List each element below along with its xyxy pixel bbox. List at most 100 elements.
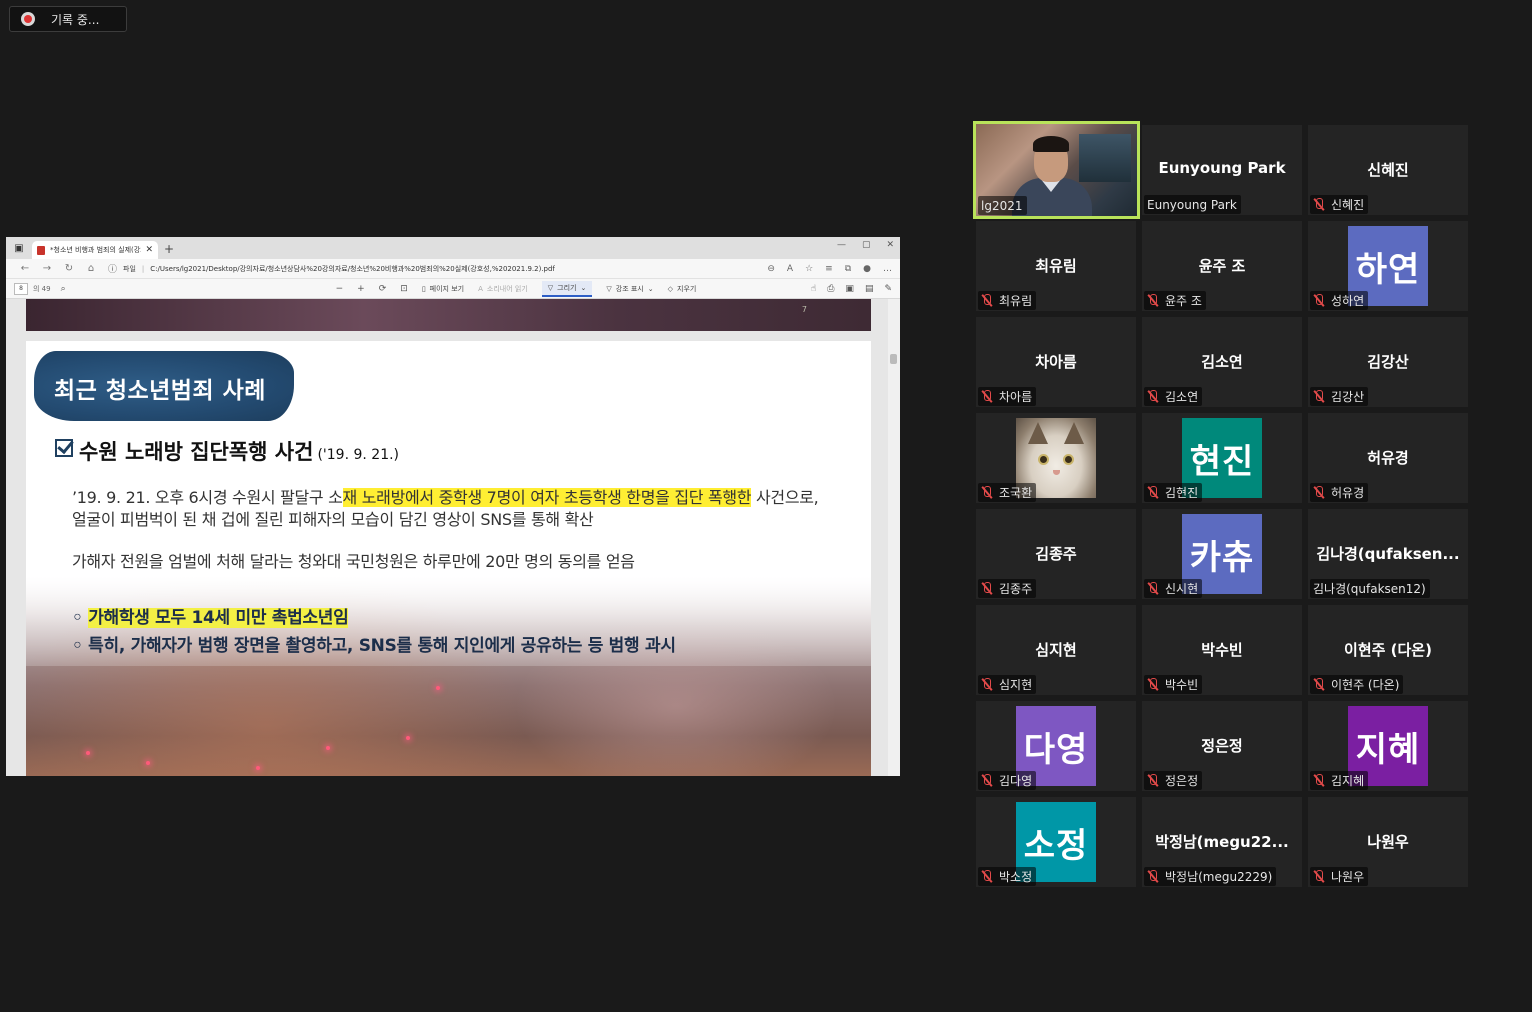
participant-name: 이현주 (다온)	[1331, 678, 1400, 692]
draw-button[interactable]: ▽ 그리기 ⌄	[541, 280, 593, 297]
participant-tile[interactable]: Eunyoung Park Eunyoung Park	[1142, 125, 1302, 215]
participant-tile[interactable]: 다영 김다영	[976, 701, 1136, 791]
favorites-list-icon[interactable]: ≡	[825, 264, 833, 274]
checkbox-icon	[55, 439, 73, 457]
participant-tile[interactable]: 이현주 (다온) 이현주 (다온)	[1308, 605, 1468, 695]
scrollbar-thumb[interactable]	[890, 354, 897, 364]
recording-indicator[interactable]: 기록 중...	[9, 6, 127, 32]
participant-name-label: 신시현	[1144, 579, 1203, 598]
mic-muted-icon	[981, 486, 993, 499]
participant-display-name: 박정남(megu22...	[1155, 833, 1289, 851]
rotate-icon[interactable]: ⟳	[379, 284, 387, 294]
profile-icon[interactable]: ●	[863, 264, 871, 274]
browser-tab[interactable]: *청소년 비행과 범죄의 실제(강의 ✕	[32, 241, 158, 259]
participant-display-name: 김종주	[1035, 545, 1077, 563]
zoom-out-icon[interactable]: −	[336, 284, 344, 294]
read-mode-icon[interactable]: A	[787, 264, 793, 274]
more-icon[interactable]: …	[883, 264, 892, 274]
participant-name: 성하연	[1331, 294, 1365, 308]
close-window-icon[interactable]: ✕	[886, 240, 894, 250]
tab-title: *청소년 비행과 범죄의 실제(강의	[50, 246, 142, 254]
participant-tile[interactable]: 지혜 김지혜	[1308, 701, 1468, 791]
participant-tile[interactable]: 김소연 김소연	[1142, 317, 1302, 407]
zoom-in-icon[interactable]: +	[357, 284, 365, 294]
touch-icon[interactable]: ☝	[811, 284, 816, 294]
address-url[interactable]: C:/Users/lg2021/Desktop/강의자료/청소년상담사%20강의…	[150, 264, 555, 274]
close-icon[interactable]: ✕	[145, 245, 153, 255]
participant-display-name: 김나경(qufaksen...	[1316, 545, 1460, 563]
erase-button[interactable]: ◇ 지우기	[668, 284, 697, 294]
light-spot	[86, 751, 90, 755]
participant-name-label: 김지혜	[1310, 771, 1369, 790]
forward-icon[interactable]: →	[36, 263, 58, 274]
zoom-icon[interactable]: ⊖	[767, 264, 775, 274]
pin-icon[interactable]: ✎	[884, 284, 892, 294]
participant-tile[interactable]: 소정 박소정	[976, 797, 1136, 887]
zoom-meeting-window: 기록 중... ▣ *청소년 비행과 범죄의 실제(강의 ✕ + — ▢ ✕ ←…	[0, 0, 1532, 1012]
new-tab-icon[interactable]: +	[164, 242, 174, 256]
fit-page-icon[interactable]: ⊡	[400, 284, 408, 294]
save-icon[interactable]: ▣	[845, 284, 854, 294]
refresh-icon[interactable]: ↻	[58, 263, 80, 274]
participant-tile[interactable]: 박수빈 박수빈	[1142, 605, 1302, 695]
back-icon[interactable]: ←	[14, 263, 36, 274]
participant-name-label: 신혜진	[1310, 195, 1369, 214]
maximize-icon[interactable]: ▢	[862, 240, 871, 250]
participant-tile[interactable]: 김강산 김강산	[1308, 317, 1468, 407]
participant-tile[interactable]: 김종주 김종주	[976, 509, 1136, 599]
tab-actions-icon[interactable]: ▣	[6, 237, 32, 259]
participant-tile[interactable]: 신혜진 신혜진	[1308, 125, 1468, 215]
participant-tile[interactable]: 최유림 최유림	[976, 221, 1136, 311]
participant-display-name: 차아름	[1035, 353, 1077, 371]
participant-tile[interactable]: 카츄 신시현	[1142, 509, 1302, 599]
home-icon[interactable]: ⌂	[80, 263, 102, 274]
browser-tab-bar: ▣ *청소년 비행과 범죄의 실제(강의 ✕ + — ▢ ✕	[6, 237, 900, 259]
participant-name: 조국환	[999, 486, 1033, 500]
participant-display-name: 박수빈	[1201, 641, 1243, 659]
cat-ear-icon	[1064, 422, 1084, 444]
vertical-scrollbar[interactable]	[888, 299, 900, 776]
participant-name: 김강산	[1331, 390, 1365, 404]
participant-name-label: 김나경(qufaksen12)	[1310, 579, 1430, 598]
search-icon[interactable]: ⌕	[61, 284, 66, 294]
read-aloud-button[interactable]: A 소리내어 읽기	[478, 284, 528, 294]
page-number-input[interactable]: 8	[14, 282, 28, 295]
draw-icon: ▽	[547, 283, 554, 292]
mic-muted-icon	[1313, 678, 1325, 691]
page-view-button[interactable]: ▯ 페이지 보기	[422, 284, 464, 294]
participant-tile[interactable]: 허유경 허유경	[1308, 413, 1468, 503]
pdf-viewport[interactable]: 7 최근 청소년범죄 사례 수원 노래방 집단폭행 사건 ('19. 9. 21.…	[6, 299, 900, 776]
print-icon[interactable]: ⎙	[827, 284, 834, 294]
save-as-icon[interactable]: ▤	[865, 284, 874, 294]
participant-name-label: 허유경	[1310, 483, 1369, 502]
participant-name: 김현진	[1165, 486, 1199, 500]
mic-muted-icon	[981, 390, 993, 403]
highlight-button[interactable]: ▽ 강조 표시 ⌄	[606, 284, 653, 294]
bullet-1: ◦ 가해학생 모두 14세 미만 촉법소년임	[72, 603, 349, 628]
participant-name: 신시현	[1165, 582, 1199, 596]
participant-tile[interactable]: 조국환	[976, 413, 1136, 503]
participant-tile[interactable]: 차아름 차아름	[976, 317, 1136, 407]
participant-tile[interactable]: lg2021	[973, 121, 1140, 219]
favorite-icon[interactable]: ☆	[805, 264, 813, 274]
participant-tile[interactable]: 심지현 심지현	[976, 605, 1136, 695]
window-controls: — ▢ ✕	[837, 240, 894, 250]
participant-display-name: 최유림	[1035, 257, 1077, 275]
collections-icon[interactable]: ⧉	[845, 264, 851, 274]
participant-tile[interactable]: 김나경(qufaksen... 김나경(qufaksen12)	[1308, 509, 1468, 599]
info-icon[interactable]: ⓘ	[108, 262, 117, 275]
address-file-label: 파일	[123, 264, 136, 273]
cat-ear-icon	[1028, 422, 1048, 444]
participant-tile[interactable]: 현진 김현진	[1142, 413, 1302, 503]
participant-tile[interactable]: 박정남(megu22... 박정남(megu2229)	[1142, 797, 1302, 887]
participant-tile[interactable]: 정은정 정은정	[1142, 701, 1302, 791]
participant-tile[interactable]: 하연 성하연	[1308, 221, 1468, 311]
minimize-icon[interactable]: —	[837, 240, 846, 250]
bullet-1-mark: ◦	[72, 608, 89, 628]
mic-muted-icon	[1313, 486, 1325, 499]
participant-display-name: 이현주 (다온)	[1344, 641, 1432, 659]
participant-tile[interactable]: 윤주 조 윤주 조	[1142, 221, 1302, 311]
participant-tile[interactable]: 나원우 나원우	[1308, 797, 1468, 887]
participant-name: 정은정	[1165, 774, 1199, 788]
light-spot	[406, 736, 410, 740]
